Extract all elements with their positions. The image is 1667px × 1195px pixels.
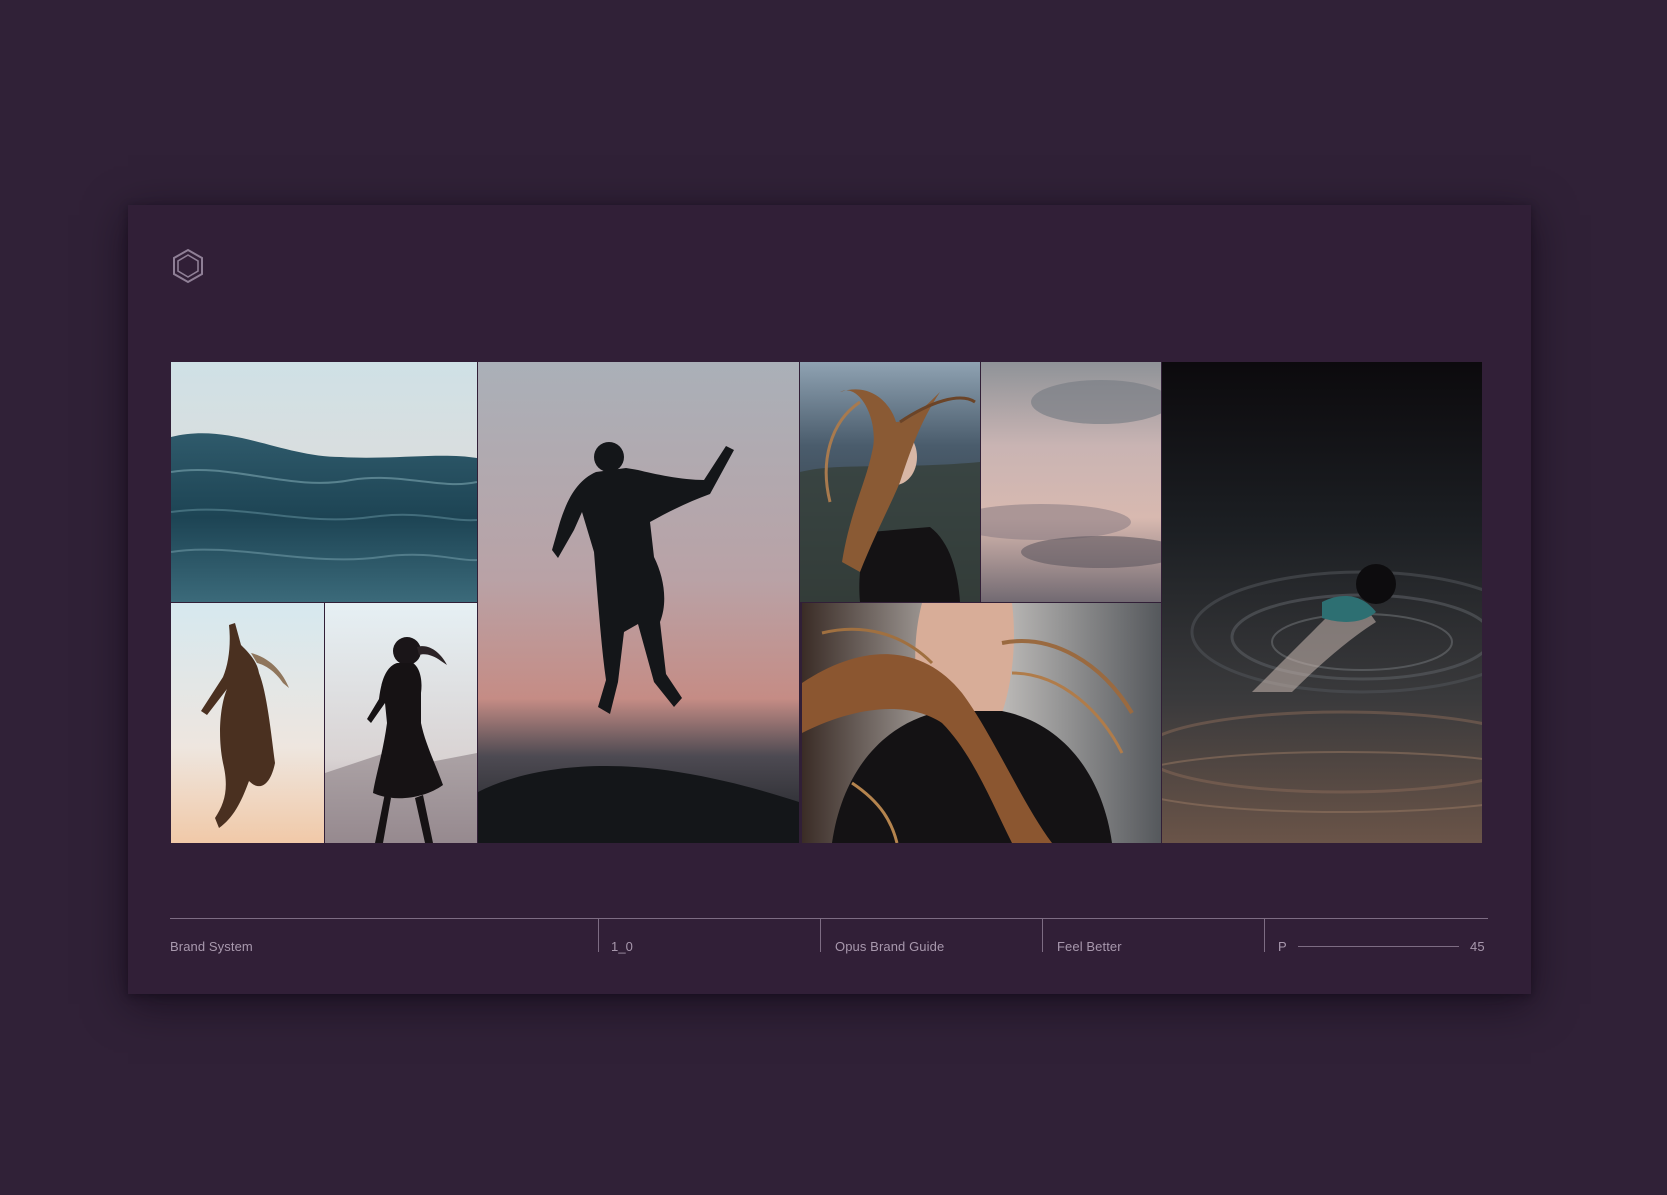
footer-divider xyxy=(1264,918,1265,952)
hexagon-logo-icon xyxy=(170,248,206,284)
cloudy-sky-photo xyxy=(981,362,1161,602)
woman-jumping-silhouette-photo xyxy=(171,603,324,843)
photo-mood-grid xyxy=(171,362,1482,843)
footer-section-label: Brand System xyxy=(170,939,253,954)
person-swimming-dark-water-photo xyxy=(1162,362,1482,843)
brand-guide-page: Brand System 1_0 Opus Brand Guide Feel B… xyxy=(128,205,1531,994)
footer-version-label: 1_0 xyxy=(611,939,633,954)
windblown-hair-closeup-photo xyxy=(802,603,1161,843)
page-footer: Brand System 1_0 Opus Brand Guide Feel B… xyxy=(170,918,1488,954)
footer-page-number: 45 xyxy=(1470,939,1485,954)
man-jumping-silhouette-photo xyxy=(478,362,799,843)
footer-tagline-label: Feel Better xyxy=(1057,939,1122,954)
footer-page-prefix: P xyxy=(1278,939,1287,954)
woman-windblown-hair-photo xyxy=(800,362,980,602)
footer-rule xyxy=(170,918,1488,919)
woman-dress-silhouette-photo xyxy=(325,603,477,843)
footer-divider xyxy=(598,918,599,952)
footer-divider xyxy=(820,918,821,952)
footer-document-label: Opus Brand Guide xyxy=(835,939,945,954)
footer-page-line xyxy=(1298,946,1459,947)
footer-divider xyxy=(1042,918,1043,952)
ocean-waves-photo xyxy=(171,362,477,602)
